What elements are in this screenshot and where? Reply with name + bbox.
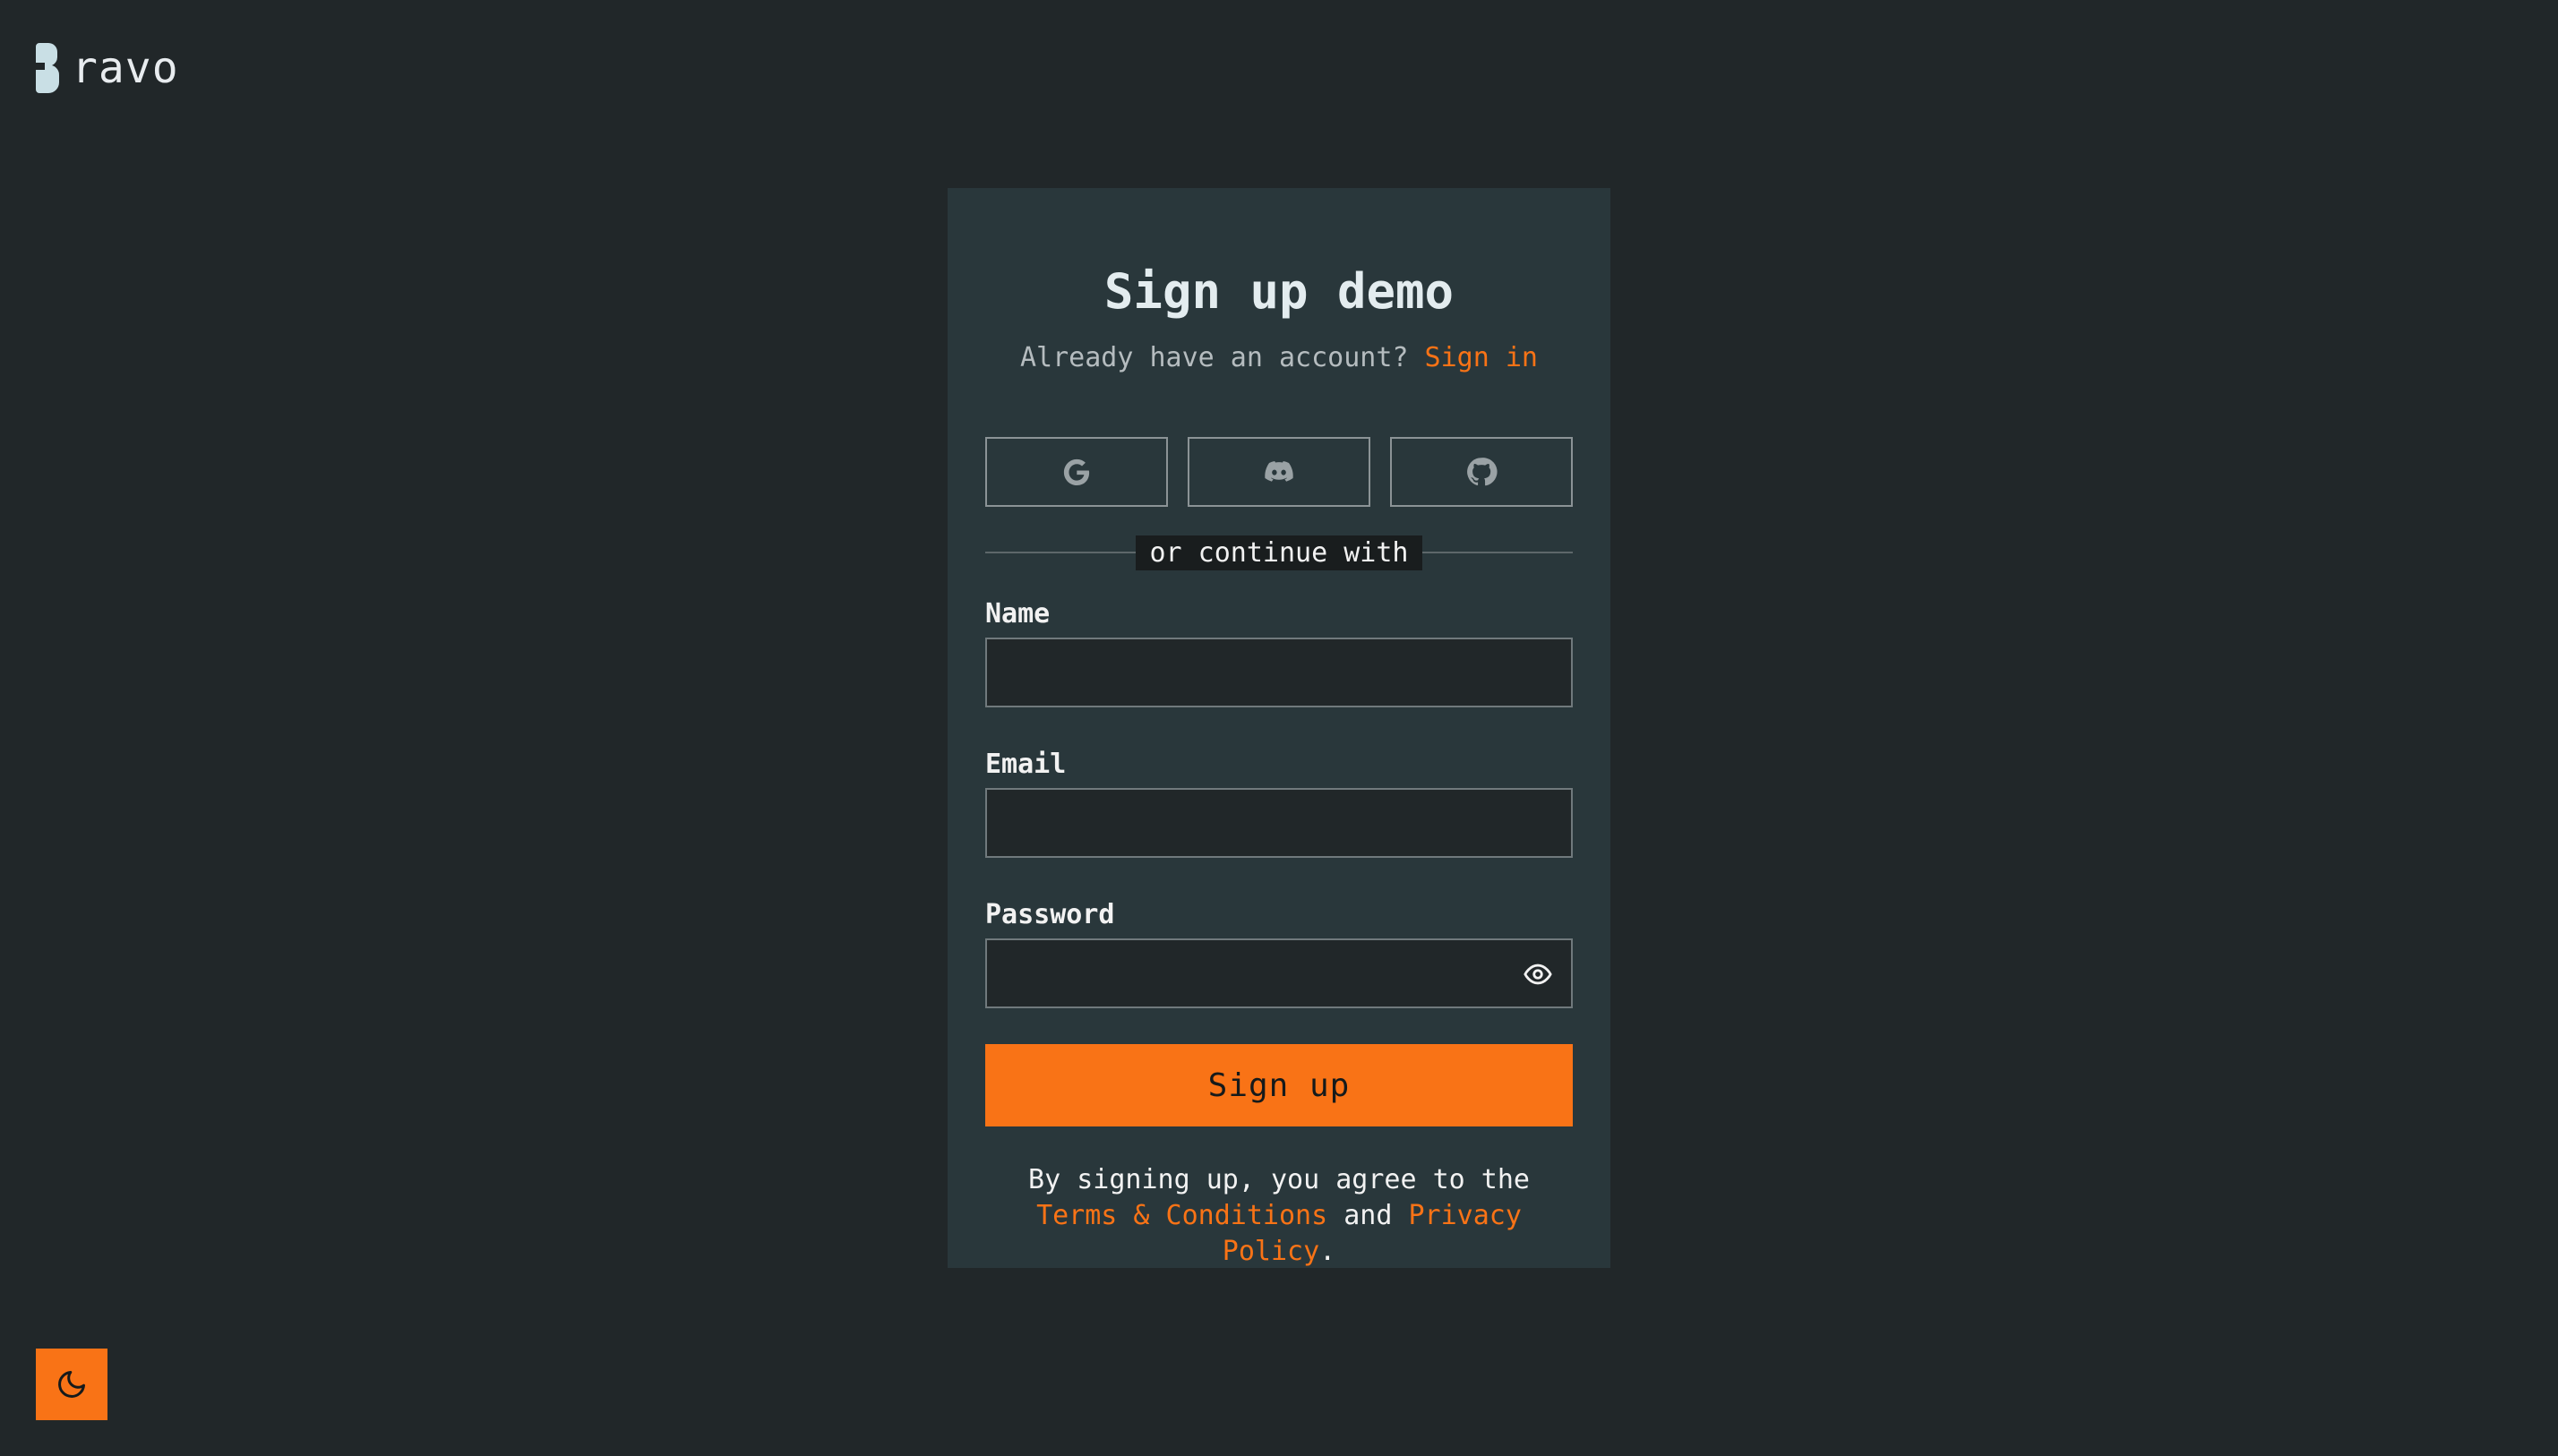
email-input[interactable] bbox=[985, 788, 1573, 858]
password-field-group: Password bbox=[985, 899, 1573, 1008]
terms-notice: By signing up, you agree to the Terms & … bbox=[985, 1162, 1573, 1270]
github-login-button[interactable] bbox=[1390, 437, 1573, 507]
signin-link[interactable]: Sign in bbox=[1425, 342, 1538, 373]
discord-login-button[interactable] bbox=[1188, 437, 1370, 507]
signin-prompt: Already have an account? Sign in bbox=[985, 340, 1573, 376]
logo-text: ravo bbox=[72, 43, 179, 93]
password-input[interactable] bbox=[985, 938, 1573, 1008]
name-input[interactable] bbox=[985, 638, 1573, 707]
terms-suffix: . bbox=[1319, 1236, 1336, 1267]
divider: or continue with bbox=[985, 534, 1573, 571]
signup-button[interactable]: Sign up bbox=[985, 1044, 1573, 1126]
name-field-group: Name bbox=[985, 598, 1573, 707]
signup-card: Sign up demo Already have an account? Si… bbox=[948, 188, 1610, 1268]
terms-link[interactable]: Terms & Conditions bbox=[1036, 1200, 1327, 1231]
email-field-group: Email bbox=[985, 749, 1573, 858]
signin-prompt-text: Already have an account? bbox=[1020, 342, 1409, 373]
social-login-row bbox=[985, 437, 1573, 507]
discord-icon bbox=[1265, 461, 1293, 482]
brand-logo[interactable]: ravo bbox=[36, 43, 179, 93]
google-login-button[interactable] bbox=[985, 437, 1168, 507]
theme-toggle-button[interactable] bbox=[36, 1349, 107, 1420]
logo-mark-icon bbox=[36, 43, 60, 93]
terms-and: and bbox=[1343, 1200, 1393, 1231]
password-input-wrap bbox=[985, 938, 1573, 1008]
name-label: Name bbox=[985, 598, 1051, 630]
github-icon bbox=[1467, 458, 1498, 486]
page-title: Sign up demo bbox=[1103, 263, 1455, 320]
password-label: Password bbox=[985, 899, 1115, 930]
show-password-eye-icon[interactable] bbox=[1523, 959, 1553, 989]
google-icon bbox=[1063, 458, 1090, 485]
moon-icon bbox=[58, 1371, 85, 1398]
email-label: Email bbox=[985, 749, 1067, 780]
divider-text: or continue with bbox=[1135, 535, 1423, 570]
terms-prefix: By signing up, you agree to the bbox=[1028, 1164, 1530, 1195]
